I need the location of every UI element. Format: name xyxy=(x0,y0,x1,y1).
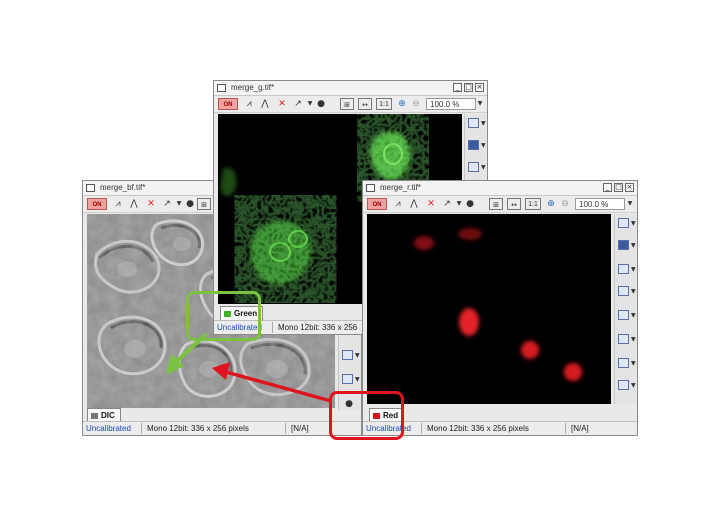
view-mode-icon[interactable] xyxy=(618,218,629,228)
close-icon[interactable]: × xyxy=(625,183,634,192)
dropdown-icon[interactable]: ▼ xyxy=(355,376,360,383)
image-info: Mono 12bit: 336 x 256 pixels xyxy=(427,424,529,433)
dropdown-icon[interactable]: ▼ xyxy=(306,98,314,110)
red-window-title: merge_r.tif* xyxy=(380,183,421,192)
snapshot-icon[interactable]: ● xyxy=(316,98,326,110)
image-info: Mono 12bit: 336 x 256 xyxy=(278,323,358,332)
fit-icon[interactable]: ⊞ xyxy=(489,198,503,210)
red-toolbar: ON ⩘ ⋀ ✕ ↗ ▼ ● ⊞ ↔ 1:1 ⊕ ⊖ 100.0 % ▼ xyxy=(363,196,637,213)
dropdown-icon[interactable]: ▼ xyxy=(631,242,636,249)
channel-label: DIC xyxy=(101,411,115,420)
delete-icon[interactable]: ✕ xyxy=(425,198,437,210)
color-map-icon[interactable] xyxy=(618,240,629,250)
color-map-icon[interactable] xyxy=(468,140,479,150)
dropdown-icon[interactable]: ▼ xyxy=(631,336,636,343)
green-window-title: merge_g.tif* xyxy=(231,83,275,92)
calibration-status[interactable]: Uncalibrated xyxy=(86,422,131,435)
lut-icon[interactable]: ⩘ xyxy=(391,198,405,210)
dropdown-icon[interactable]: ▼ xyxy=(455,198,463,210)
zoom-in-icon[interactable]: ⊕ xyxy=(396,98,408,110)
delete-icon[interactable]: ✕ xyxy=(276,98,288,110)
fit-icon[interactable]: ⊞ xyxy=(197,198,211,210)
maximize-icon[interactable]: □ xyxy=(614,183,623,192)
select-arrow-icon[interactable]: ↗ xyxy=(441,198,453,210)
dropdown-icon[interactable]: ▼ xyxy=(631,288,636,295)
dropdown-icon[interactable]: ▼ xyxy=(481,164,486,171)
zoom-out-icon[interactable]: ⊖ xyxy=(559,198,571,210)
dropdown-icon[interactable]: ▼ xyxy=(631,360,636,367)
maximize-icon[interactable]: □ xyxy=(464,83,473,92)
red-fluorescence-image xyxy=(367,214,611,404)
zoom-out-icon[interactable]: ⊖ xyxy=(410,98,422,110)
red-titlebar[interactable]: merge_r.tif* _ □ × xyxy=(363,181,637,196)
layers-icon[interactable] xyxy=(618,334,629,344)
window-icon xyxy=(366,184,375,192)
zoom-select[interactable]: 100.0 % xyxy=(426,98,476,110)
histogram-icon[interactable]: ⋀ xyxy=(407,198,421,210)
pixel-value: [N/A] xyxy=(571,424,589,433)
view-mode-icon[interactable] xyxy=(468,118,479,128)
snapshot-icon[interactable]: ● xyxy=(185,198,195,210)
dropdown-icon[interactable]: ▼ xyxy=(631,220,636,227)
dropdown-icon[interactable]: ▼ xyxy=(481,142,486,149)
graph-icon[interactable] xyxy=(618,286,629,296)
channel-swatch xyxy=(91,413,98,419)
export-icon[interactable] xyxy=(618,380,629,390)
fit-icon[interactable]: ⊞ xyxy=(340,98,354,110)
select-arrow-icon[interactable]: ↗ xyxy=(292,98,304,110)
minimize-icon[interactable]: _ xyxy=(603,183,612,192)
zoom-select[interactable]: 100.0 % xyxy=(575,198,625,210)
dic-statusbar: Uncalibrated Mono 12bit: 336 x 256 pixel… xyxy=(83,421,361,435)
red-sidebar: ▼ ▼ ▼ ▼ ▼ ▼ ▼ ▼ xyxy=(614,214,637,404)
zoom-in-icon[interactable]: ⊕ xyxy=(545,198,557,210)
dropdown-icon[interactable]: ▼ xyxy=(476,98,484,110)
view-mode-icon[interactable] xyxy=(342,374,353,384)
green-toolbar: ON ⩘ ⋀ ✕ ↗ ▼ ● ⊞ ↔ 1:1 ⊕ ⊖ 100.0 % ▼ xyxy=(214,96,487,113)
delete-icon[interactable]: ✕ xyxy=(145,198,157,210)
dropdown-icon[interactable]: ▼ xyxy=(481,120,486,127)
overlay-on-icon[interactable]: ON xyxy=(367,198,387,210)
histogram-icon[interactable]: ⋀ xyxy=(258,98,272,110)
dropdown-icon[interactable]: ▼ xyxy=(631,266,636,273)
green-tab-highlight xyxy=(186,291,261,341)
window-icon xyxy=(217,84,226,92)
select-arrow-icon[interactable]: ↗ xyxy=(161,198,173,210)
dic-window-title: merge_bf.tif* xyxy=(100,183,146,192)
image-info: Mono 12bit: 336 x 256 pixels xyxy=(147,424,249,433)
dropdown-icon[interactable]: ▼ xyxy=(631,382,636,389)
window-icon xyxy=(86,184,95,192)
overlay-on-icon[interactable]: ON xyxy=(87,198,107,210)
pixel-value: [N/A] xyxy=(291,424,309,433)
lut-icon[interactable]: ⩘ xyxy=(111,198,125,210)
roi-icon[interactable] xyxy=(618,310,629,320)
red-statusbar: Uncalibrated Mono 12bit: 336 x 256 pixel… xyxy=(363,421,637,435)
minimize-icon[interactable]: _ xyxy=(453,83,462,92)
dropdown-icon[interactable]: ▼ xyxy=(175,198,183,210)
overlay-on-icon[interactable]: ON xyxy=(218,98,238,110)
fit-width-icon[interactable]: ↔ xyxy=(358,98,372,110)
lut-icon[interactable]: ⩘ xyxy=(242,98,256,110)
dropdown-icon[interactable]: ▼ xyxy=(631,312,636,319)
close-icon[interactable]: × xyxy=(475,83,484,92)
red-image[interactable] xyxy=(367,214,611,404)
snapshot-icon[interactable]: ● xyxy=(465,198,475,210)
actual-size-button[interactable]: 1:1 xyxy=(376,98,392,110)
measure-icon[interactable] xyxy=(618,264,629,274)
green-titlebar[interactable]: merge_g.tif* _ □ × xyxy=(214,81,487,96)
red-tab-highlight xyxy=(329,391,404,440)
dropdown-icon[interactable]: ▼ xyxy=(626,198,634,210)
measure-icon[interactable] xyxy=(468,162,479,172)
line-profile-icon[interactable] xyxy=(342,350,353,360)
histogram-icon[interactable]: ⋀ xyxy=(127,198,141,210)
dropdown-icon[interactable]: ▼ xyxy=(355,352,360,359)
line-profile-icon[interactable] xyxy=(618,358,629,368)
fit-width-icon[interactable]: ↔ xyxy=(507,198,521,210)
actual-size-button[interactable]: 1:1 xyxy=(525,198,541,210)
